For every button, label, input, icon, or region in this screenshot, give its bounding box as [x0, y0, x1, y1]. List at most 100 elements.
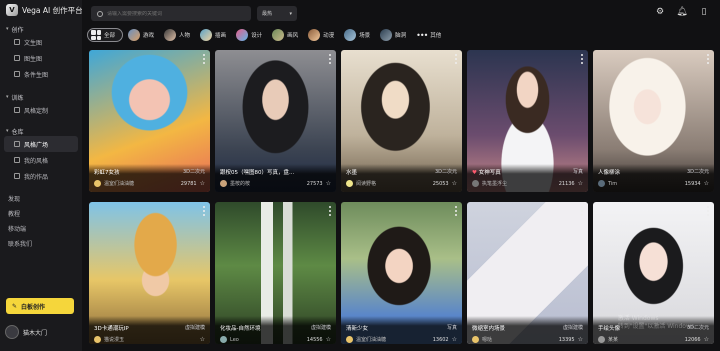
more-icon[interactable] — [329, 54, 332, 64]
style-card[interactable]: 清新少女 写真 温室们油油糖 13602 ☆ — [341, 202, 462, 344]
nav-group-header[interactable]: ▾ 训练 — [0, 92, 82, 102]
sidebar-item-conditional[interactable]: 条件生图 — [0, 66, 82, 82]
more-icon[interactable] — [455, 54, 458, 64]
card-author: 温室们油油糖 — [104, 181, 135, 187]
card-info: 化妆品-自然环境 虚拟建模 Leo 14556 ☆ — [215, 316, 336, 344]
style-card[interactable]: 3D卡通潮玩IP 虚拟建模 猫说漫玉 ☆ — [89, 202, 210, 344]
category-thumb — [236, 29, 249, 41]
sidebar-item-img2img[interactable]: 图生图 — [0, 50, 82, 66]
star-icon[interactable]: ☆ — [452, 336, 457, 343]
card-count: 13395 — [558, 336, 575, 343]
more-icon[interactable] — [581, 54, 584, 64]
phone-icon[interactable]: ▯ — [698, 6, 710, 18]
more-icon[interactable] — [203, 206, 206, 216]
style-card[interactable]: 跟桉05（嘿图80）写真，盘... 墨桉的桉 27573 ☆ — [215, 50, 336, 192]
more-icon[interactable] — [581, 206, 584, 216]
more-icon[interactable] — [455, 206, 458, 216]
category-imagination[interactable]: 脑洞 — [379, 28, 411, 42]
heart-icon: ♥ — [472, 170, 477, 176]
more-icon[interactable] — [707, 206, 710, 216]
category-game[interactable]: 游戏 — [127, 28, 159, 42]
card-info: 3D卡通潮玩IP 虚拟建模 猫说漫玉 ☆ — [89, 316, 210, 344]
nav-group-header[interactable]: ▾ 创作 — [0, 24, 82, 34]
sidebar-link-contact[interactable]: 联系我们 — [0, 236, 82, 251]
windows-watermark: 激活 Windows 转到"设置"以激活 Windows。 — [617, 315, 700, 330]
star-icon[interactable]: ☆ — [200, 180, 205, 187]
category-scene[interactable]: 场景 — [343, 28, 375, 42]
search-input[interactable] — [107, 10, 237, 17]
whiteboard-create-button[interactable]: ✎ 白板创作 — [6, 298, 74, 314]
sidebar-link-mobile[interactable]: 移动端 — [0, 221, 82, 236]
avatar — [94, 336, 101, 343]
chevron-down-icon: ▾ — [6, 128, 9, 134]
style-card[interactable]: 彩虹7女孩 3D二次元 温室们油油糖 29781 ☆ — [89, 50, 210, 192]
star-icon[interactable]: ☆ — [200, 336, 205, 343]
card-info: 人像柳涂 3D二次元 Tim 15934 ☆ — [593, 164, 714, 192]
card-count: 13602 — [432, 336, 449, 343]
category-anime[interactable]: 动漫 — [307, 28, 339, 42]
user-name: 猫木大门 — [23, 329, 48, 337]
category-thumb — [272, 29, 285, 41]
style-card[interactable]: 水墨 3D二次元 阅读野格 25053 ☆ — [341, 50, 462, 192]
bell-icon[interactable]: 🔔︎ — [676, 6, 688, 18]
style-card[interactable]: 人像柳涂 3D二次元 Tim 15934 ☆ — [593, 50, 714, 192]
more-icon[interactable] — [203, 54, 206, 64]
avatar — [472, 336, 479, 343]
sidebar-item-text2img[interactable]: 文生图 — [0, 34, 82, 50]
sidebar-item-my-styles[interactable]: 我的风格 — [0, 152, 82, 168]
style-card[interactable]: 微缩室内场景 虚拟建模 嗯哒 13395 ☆ — [467, 202, 588, 344]
more-icon[interactable] — [707, 54, 710, 64]
grid-icon — [14, 141, 20, 147]
grid-icon — [91, 30, 101, 40]
style-grid: 彩虹7女孩 3D二次元 温室们油油糖 29781 ☆ 跟桉05（嘿图80）写真，盘..… — [89, 50, 714, 344]
app-logo[interactable]: V Vega AI 创作平台 — [6, 4, 83, 16]
sidebar-item-my-works[interactable]: 我的作品 — [0, 168, 82, 184]
nav-links: 发现 教程 移动端 联系我们 — [0, 191, 82, 251]
chevron-down-icon: ▾ — [6, 94, 9, 100]
star-icon[interactable]: ☆ — [326, 180, 331, 187]
user-profile[interactable]: 猫木大门 — [5, 325, 47, 339]
category-painting[interactable]: 画风 — [271, 28, 303, 42]
card-author: 阅读野格 — [356, 181, 377, 187]
card-info: 彩虹7女孩 3D二次元 温室们油油糖 29781 ☆ — [89, 164, 210, 192]
edit-icon: ✎ — [12, 302, 18, 310]
search-box[interactable] — [91, 6, 251, 21]
category-all[interactable]: 全部 — [87, 28, 124, 42]
sidebar-item-style-custom[interactable]: 风格定制 — [0, 102, 82, 118]
card-tag: 虚拟建模 — [562, 325, 583, 331]
card-author: 猫说漫玉 — [104, 337, 125, 343]
more-icon[interactable] — [329, 206, 332, 216]
card-info: ♥ 女神写真 写真 执笔墨浮尘 21136 ☆ — [467, 164, 588, 192]
star-icon[interactable]: ☆ — [578, 180, 583, 187]
nav-group-header[interactable]: ▾ 仓库 — [0, 126, 82, 136]
sort-select[interactable]: 最热 ▾ — [257, 6, 297, 21]
star-icon[interactable]: ☆ — [452, 180, 457, 187]
category-illustration[interactable]: 插画 — [199, 28, 231, 42]
star-icon[interactable]: ☆ — [578, 336, 583, 343]
category-other[interactable]: ••• 其他 — [415, 28, 446, 42]
settings-icon[interactable]: ⚙ — [654, 6, 666, 18]
nav-group-train: ▾ 训练 风格定制 — [0, 92, 82, 118]
top-bar: 最热 ▾ ⚙ 🔔︎ ▯ — [82, 0, 720, 26]
avatar — [598, 180, 605, 187]
star-icon[interactable]: ☆ — [326, 336, 331, 343]
card-title: 微缩室内场景 — [472, 326, 506, 332]
sidebar-item-style-square[interactable]: 风格广场 — [4, 136, 78, 152]
card-author: 某某 — [608, 337, 619, 343]
nav-group-create: ▾ 创作 文生图 图生图 条件生图 — [0, 24, 82, 82]
card-title: 人像柳涂 — [598, 170, 621, 176]
sidebar-link-tutorial[interactable]: 教程 — [0, 206, 82, 221]
brush-icon — [14, 107, 20, 113]
style-card[interactable]: 化妆品-自然环境 虚拟建模 Leo 14556 ☆ — [215, 202, 336, 344]
palette-icon — [14, 157, 20, 163]
card-count: 25053 — [432, 180, 449, 187]
category-design[interactable]: 设计 — [235, 28, 267, 42]
sidebar-link-discover[interactable]: 发现 — [0, 191, 82, 206]
card-count: 29781 — [180, 180, 197, 187]
style-card[interactable]: ♥ 女神写真 写真 执笔墨浮尘 21136 ☆ — [467, 50, 588, 192]
category-people[interactable]: 人物 — [163, 28, 195, 42]
avatar — [346, 336, 353, 343]
star-icon[interactable]: ☆ — [704, 336, 709, 343]
star-icon[interactable]: ☆ — [704, 180, 709, 187]
card-author: 墨桉的桉 — [230, 181, 251, 187]
